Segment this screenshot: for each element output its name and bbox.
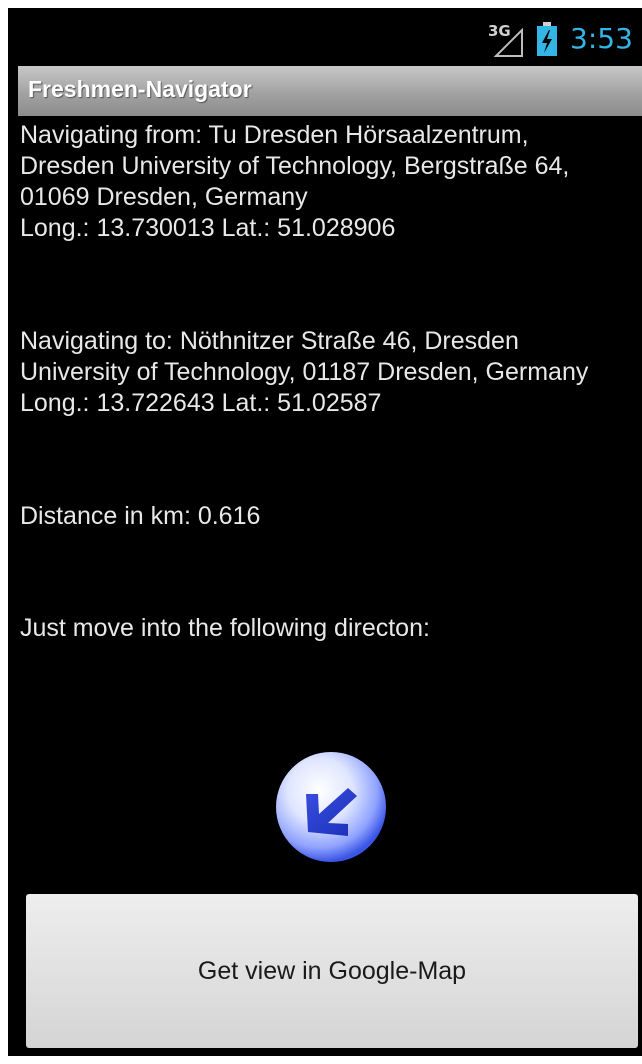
google-map-button-label: Get view in Google-Map: [197, 956, 467, 985]
clock: 3:53: [570, 22, 633, 55]
to-line-2: University of Technology, 01187 Dresden,…: [20, 358, 589, 386]
screen: 3G 3:53 Freshmen-Navigator Navigating fr…: [8, 8, 642, 1056]
status-bar: 3G 3:53: [8, 8, 642, 64]
title-bar: Freshmen-Navigator: [18, 66, 642, 116]
google-map-button[interactable]: Get view in Google-Map: [26, 894, 638, 1048]
from-line-2: Dresden University of Technology, Bergst…: [20, 152, 570, 180]
distance-label: Distance in km: 0.616: [20, 502, 261, 530]
from-line-3: 01069 Dresden, Germany: [20, 183, 308, 211]
from-line-1: Navigating from: Tu Dresden Hörsaalzentr…: [20, 121, 529, 149]
from-coordinates: Long.: 13.730013 Lat.: 51.028906: [20, 214, 396, 242]
device-frame: 3G 3:53 Freshmen-Navigator Navigating fr…: [0, 0, 642, 1064]
signal-3g-icon: 3G: [488, 22, 528, 58]
app-title: Freshmen-Navigator: [28, 76, 252, 102]
direction-prompt: Just move into the following directon:: [20, 614, 430, 642]
arrow-down-left-icon: [274, 750, 388, 864]
to-coordinates: Long.: 13.722643 Lat.: 51.02587: [20, 389, 382, 417]
to-line-1: Navigating to: Nöthnitzer Straße 46, Dre…: [20, 327, 519, 355]
battery-charging-icon: [536, 22, 558, 56]
